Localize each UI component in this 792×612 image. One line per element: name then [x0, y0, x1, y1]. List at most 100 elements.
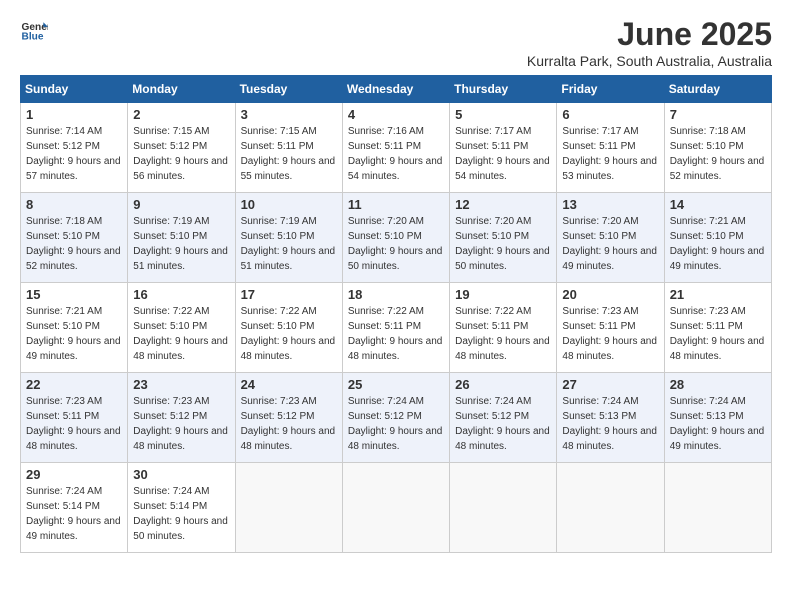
- day-number: 26: [455, 377, 551, 392]
- day-info: Sunrise: 7:21 AM Sunset: 5:10 PM Dayligh…: [670, 214, 766, 274]
- day-info: Sunrise: 7:23 AM Sunset: 5:11 PM Dayligh…: [562, 304, 658, 364]
- day-number: 6: [562, 107, 658, 122]
- calendar-cell: 9 Sunrise: 7:19 AM Sunset: 5:10 PM Dayli…: [128, 193, 235, 283]
- day-info: Sunrise: 7:24 AM Sunset: 5:13 PM Dayligh…: [670, 394, 766, 454]
- day-info: Sunrise: 7:23 AM Sunset: 5:11 PM Dayligh…: [26, 394, 122, 454]
- calendar-cell: 15 Sunrise: 7:21 AM Sunset: 5:10 PM Dayl…: [21, 283, 128, 373]
- day-info: Sunrise: 7:17 AM Sunset: 5:11 PM Dayligh…: [562, 124, 658, 184]
- calendar-cell: 11 Sunrise: 7:20 AM Sunset: 5:10 PM Dayl…: [342, 193, 449, 283]
- calendar-cell: 24 Sunrise: 7:23 AM Sunset: 5:12 PM Dayl…: [235, 373, 342, 463]
- day-info: Sunrise: 7:16 AM Sunset: 5:11 PM Dayligh…: [348, 124, 444, 184]
- svg-text:Blue: Blue: [22, 31, 44, 42]
- day-info: Sunrise: 7:23 AM Sunset: 5:12 PM Dayligh…: [133, 394, 229, 454]
- day-number: 16: [133, 287, 229, 302]
- day-info: Sunrise: 7:19 AM Sunset: 5:10 PM Dayligh…: [241, 214, 337, 274]
- calendar-cell: [342, 463, 449, 553]
- day-number: 13: [562, 197, 658, 212]
- day-number: 2: [133, 107, 229, 122]
- calendar-cell: 30 Sunrise: 7:24 AM Sunset: 5:14 PM Dayl…: [128, 463, 235, 553]
- col-header-thursday: Thursday: [450, 76, 557, 103]
- calendar-cell: 10 Sunrise: 7:19 AM Sunset: 5:10 PM Dayl…: [235, 193, 342, 283]
- day-number: 29: [26, 467, 122, 482]
- logo-icon: General Blue: [20, 16, 48, 44]
- col-header-friday: Friday: [557, 76, 664, 103]
- day-number: 28: [670, 377, 766, 392]
- calendar-week-row: 22 Sunrise: 7:23 AM Sunset: 5:11 PM Dayl…: [21, 373, 772, 463]
- day-info: Sunrise: 7:22 AM Sunset: 5:10 PM Dayligh…: [241, 304, 337, 364]
- calendar-cell: 22 Sunrise: 7:23 AM Sunset: 5:11 PM Dayl…: [21, 373, 128, 463]
- calendar-header-row: SundayMondayTuesdayWednesdayThursdayFrid…: [21, 76, 772, 103]
- day-number: 5: [455, 107, 551, 122]
- day-info: Sunrise: 7:23 AM Sunset: 5:12 PM Dayligh…: [241, 394, 337, 454]
- calendar-cell: [557, 463, 664, 553]
- day-number: 11: [348, 197, 444, 212]
- day-number: 25: [348, 377, 444, 392]
- calendar-cell: 7 Sunrise: 7:18 AM Sunset: 5:10 PM Dayli…: [664, 103, 771, 193]
- calendar-cell: 13 Sunrise: 7:20 AM Sunset: 5:10 PM Dayl…: [557, 193, 664, 283]
- day-info: Sunrise: 7:18 AM Sunset: 5:10 PM Dayligh…: [670, 124, 766, 184]
- day-info: Sunrise: 7:22 AM Sunset: 5:11 PM Dayligh…: [348, 304, 444, 364]
- calendar-week-row: 1 Sunrise: 7:14 AM Sunset: 5:12 PM Dayli…: [21, 103, 772, 193]
- day-number: 24: [241, 377, 337, 392]
- calendar-cell: 8 Sunrise: 7:18 AM Sunset: 5:10 PM Dayli…: [21, 193, 128, 283]
- calendar-cell: 23 Sunrise: 7:23 AM Sunset: 5:12 PM Dayl…: [128, 373, 235, 463]
- calendar-cell: 1 Sunrise: 7:14 AM Sunset: 5:12 PM Dayli…: [21, 103, 128, 193]
- day-number: 3: [241, 107, 337, 122]
- calendar-cell: [235, 463, 342, 553]
- day-number: 30: [133, 467, 229, 482]
- day-number: 20: [562, 287, 658, 302]
- day-number: 7: [670, 107, 766, 122]
- day-number: 19: [455, 287, 551, 302]
- calendar-week-row: 15 Sunrise: 7:21 AM Sunset: 5:10 PM Dayl…: [21, 283, 772, 373]
- day-info: Sunrise: 7:24 AM Sunset: 5:13 PM Dayligh…: [562, 394, 658, 454]
- calendar-cell: 28 Sunrise: 7:24 AM Sunset: 5:13 PM Dayl…: [664, 373, 771, 463]
- col-header-tuesday: Tuesday: [235, 76, 342, 103]
- calendar-cell: 20 Sunrise: 7:23 AM Sunset: 5:11 PM Dayl…: [557, 283, 664, 373]
- day-info: Sunrise: 7:15 AM Sunset: 5:12 PM Dayligh…: [133, 124, 229, 184]
- calendar-cell: 29 Sunrise: 7:24 AM Sunset: 5:14 PM Dayl…: [21, 463, 128, 553]
- day-number: 8: [26, 197, 122, 212]
- calendar-table: SundayMondayTuesdayWednesdayThursdayFrid…: [20, 75, 772, 553]
- day-number: 18: [348, 287, 444, 302]
- day-info: Sunrise: 7:17 AM Sunset: 5:11 PM Dayligh…: [455, 124, 551, 184]
- page-header: General Blue June 2025 Kurralta Park, So…: [20, 16, 772, 69]
- calendar-cell: 3 Sunrise: 7:15 AM Sunset: 5:11 PM Dayli…: [235, 103, 342, 193]
- day-number: 9: [133, 197, 229, 212]
- day-number: 10: [241, 197, 337, 212]
- day-info: Sunrise: 7:20 AM Sunset: 5:10 PM Dayligh…: [348, 214, 444, 274]
- calendar-cell: [450, 463, 557, 553]
- day-number: 21: [670, 287, 766, 302]
- calendar-cell: 16 Sunrise: 7:22 AM Sunset: 5:10 PM Dayl…: [128, 283, 235, 373]
- day-info: Sunrise: 7:24 AM Sunset: 5:12 PM Dayligh…: [455, 394, 551, 454]
- day-info: Sunrise: 7:20 AM Sunset: 5:10 PM Dayligh…: [455, 214, 551, 274]
- calendar-cell: 19 Sunrise: 7:22 AM Sunset: 5:11 PM Dayl…: [450, 283, 557, 373]
- day-number: 4: [348, 107, 444, 122]
- col-header-saturday: Saturday: [664, 76, 771, 103]
- calendar-cell: 21 Sunrise: 7:23 AM Sunset: 5:11 PM Dayl…: [664, 283, 771, 373]
- day-number: 14: [670, 197, 766, 212]
- col-header-wednesday: Wednesday: [342, 76, 449, 103]
- day-info: Sunrise: 7:21 AM Sunset: 5:10 PM Dayligh…: [26, 304, 122, 364]
- day-number: 22: [26, 377, 122, 392]
- day-number: 27: [562, 377, 658, 392]
- day-info: Sunrise: 7:22 AM Sunset: 5:11 PM Dayligh…: [455, 304, 551, 364]
- day-number: 23: [133, 377, 229, 392]
- day-info: Sunrise: 7:15 AM Sunset: 5:11 PM Dayligh…: [241, 124, 337, 184]
- calendar-cell: 27 Sunrise: 7:24 AM Sunset: 5:13 PM Dayl…: [557, 373, 664, 463]
- calendar-cell: 5 Sunrise: 7:17 AM Sunset: 5:11 PM Dayli…: [450, 103, 557, 193]
- calendar-cell: [664, 463, 771, 553]
- day-number: 15: [26, 287, 122, 302]
- calendar-cell: 4 Sunrise: 7:16 AM Sunset: 5:11 PM Dayli…: [342, 103, 449, 193]
- day-info: Sunrise: 7:24 AM Sunset: 5:12 PM Dayligh…: [348, 394, 444, 454]
- calendar-cell: 12 Sunrise: 7:20 AM Sunset: 5:10 PM Dayl…: [450, 193, 557, 283]
- calendar-cell: 6 Sunrise: 7:17 AM Sunset: 5:11 PM Dayli…: [557, 103, 664, 193]
- calendar-cell: 14 Sunrise: 7:21 AM Sunset: 5:10 PM Dayl…: [664, 193, 771, 283]
- day-info: Sunrise: 7:23 AM Sunset: 5:11 PM Dayligh…: [670, 304, 766, 364]
- day-number: 12: [455, 197, 551, 212]
- day-info: Sunrise: 7:20 AM Sunset: 5:10 PM Dayligh…: [562, 214, 658, 274]
- calendar-cell: 2 Sunrise: 7:15 AM Sunset: 5:12 PM Dayli…: [128, 103, 235, 193]
- day-info: Sunrise: 7:14 AM Sunset: 5:12 PM Dayligh…: [26, 124, 122, 184]
- col-header-sunday: Sunday: [21, 76, 128, 103]
- day-info: Sunrise: 7:24 AM Sunset: 5:14 PM Dayligh…: [26, 484, 122, 544]
- col-header-monday: Monday: [128, 76, 235, 103]
